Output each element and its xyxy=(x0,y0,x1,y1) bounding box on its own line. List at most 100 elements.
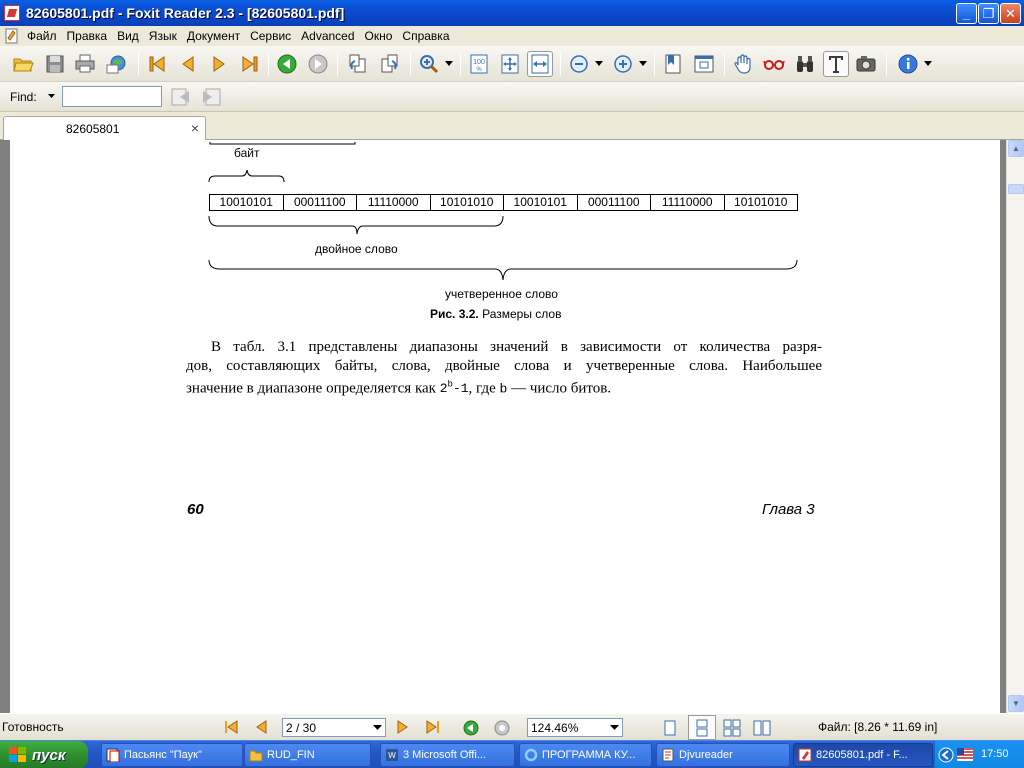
taskbar-item-rud-fin[interactable]: RUD_FIN xyxy=(244,743,371,767)
zoom-field[interactable]: 124.46% xyxy=(527,718,623,737)
dword-label: двойное слово xyxy=(315,242,398,256)
go-back-icon[interactable] xyxy=(274,51,300,77)
bookmark-page-icon[interactable] xyxy=(660,51,686,77)
facing-view-icon[interactable] xyxy=(723,719,741,737)
status-back-icon[interactable] xyxy=(462,719,480,737)
menu-document[interactable]: Документ xyxy=(182,27,245,45)
save-disk-icon[interactable] xyxy=(42,51,68,77)
menu-language[interactable]: Язык xyxy=(144,27,182,45)
status-last-page-icon[interactable] xyxy=(424,718,442,736)
print-icon[interactable] xyxy=(72,51,98,77)
status-forward-icon[interactable] xyxy=(493,719,511,737)
find-next-icon[interactable] xyxy=(200,87,222,107)
taskbar-item-microsoft-office[interactable]: W3 Microsoft Offi... xyxy=(380,743,515,767)
scrollbar-thumb[interactable] xyxy=(1008,184,1024,194)
continuous-facing-view-icon[interactable] xyxy=(752,719,772,737)
email-globe-icon[interactable] xyxy=(103,51,129,77)
menu-bar: Файл Правка Вид Язык Документ Сервис Adv… xyxy=(0,26,1024,46)
byte-cell: 00011100 xyxy=(284,195,357,210)
close-button[interactable]: ✕ xyxy=(1000,3,1021,24)
menu-view[interactable]: Вид xyxy=(112,27,144,45)
snapshot-camera-icon[interactable] xyxy=(853,51,879,77)
us-flag-language-icon[interactable] xyxy=(957,748,973,761)
zoom-out-dropdown-icon[interactable] xyxy=(592,51,606,77)
scroll-down-arrow-icon[interactable]: ▼ xyxy=(1008,695,1024,712)
tray-arrow-icon[interactable] xyxy=(938,747,954,763)
info-icon[interactable] xyxy=(895,51,921,77)
foxit-app-icon xyxy=(4,5,20,21)
page-dropdown-icon[interactable] xyxy=(373,725,382,731)
figure-caption: Рис. 3.2. Размеры слов xyxy=(430,307,561,321)
menu-file[interactable]: Файл xyxy=(22,27,62,45)
status-ready: Готовность xyxy=(2,720,64,734)
find-options-dropdown-icon[interactable] xyxy=(48,94,55,99)
tab-82605801[interactable]: 82605801 × xyxy=(3,116,206,140)
zoom-dropdown-arrow-icon[interactable] xyxy=(442,51,456,77)
find-previous-icon[interactable] xyxy=(170,87,192,107)
hand-tool-icon[interactable] xyxy=(730,51,756,77)
toolbar-separator xyxy=(724,52,725,76)
paragraph-line: значение в диапазоне определяется как 2b… xyxy=(186,380,612,397)
menu-window[interactable]: Окно xyxy=(360,27,398,45)
page-number-field[interactable]: 2 / 30 xyxy=(282,718,386,737)
paragraph-line: дов, составляющих байты, слова, двойные … xyxy=(186,358,822,374)
document-viewport[interactable]: байт 10010101 00011100 11110000 10101010… xyxy=(0,140,1006,713)
menu-advanced[interactable]: Advanced xyxy=(296,27,359,45)
minimize-button[interactable]: _ xyxy=(956,3,977,24)
fit-width-icon[interactable] xyxy=(527,51,553,77)
byte-cell: 10101010 xyxy=(431,195,504,210)
zoom-field-dropdown-icon[interactable] xyxy=(610,725,619,731)
menu-help[interactable]: Справка xyxy=(397,27,454,45)
main-toolbar: 100% xyxy=(0,46,1024,82)
windows-taskbar: пуск Пасьянс "Паук" RUD_FIN W3 Microsoft… xyxy=(0,740,1024,768)
djvu-icon xyxy=(662,748,674,762)
first-page-icon[interactable] xyxy=(144,51,170,77)
start-button[interactable]: пуск xyxy=(0,741,88,768)
close-tab-icon[interactable]: × xyxy=(191,120,199,136)
formula: 2b-1 xyxy=(439,380,469,397)
last-page-icon[interactable] xyxy=(237,51,263,77)
toolbar-separator xyxy=(654,52,655,76)
previous-page-icon[interactable] xyxy=(175,51,201,77)
maximize-button[interactable]: ❐ xyxy=(978,3,999,24)
full-screen-icon[interactable] xyxy=(691,51,717,77)
taskbar-item-spider-solitaire[interactable]: Пасьянс "Паук" xyxy=(101,743,243,767)
status-next-page-icon[interactable] xyxy=(394,718,412,736)
status-first-page-icon[interactable] xyxy=(222,718,240,736)
find-label: Find: xyxy=(10,90,37,104)
single-page-view-icon[interactable] xyxy=(662,719,678,737)
document-menu-icon[interactable] xyxy=(4,28,20,44)
rotate-right-icon[interactable] xyxy=(376,51,402,77)
zoom-out-icon[interactable] xyxy=(566,51,592,77)
status-bar: Готовность 2 / 30 124.46% Файл: [8.26 * … xyxy=(0,713,1024,740)
find-input[interactable] xyxy=(62,86,162,107)
continuous-view-icon[interactable] xyxy=(688,715,716,740)
rotate-left-icon[interactable] xyxy=(345,51,371,77)
internet-explorer-icon xyxy=(524,748,538,762)
taskbar-item-djvureader[interactable]: Djvureader xyxy=(656,743,790,767)
menu-edit[interactable]: Правка xyxy=(62,27,113,45)
go-forward-icon[interactable] xyxy=(305,51,331,77)
actual-size-icon[interactable]: 100% xyxy=(466,51,492,77)
vertical-scrollbar[interactable]: ▲ ▼ xyxy=(1006,140,1024,713)
byte-cells-row: 10010101 00011100 11110000 10101010 1001… xyxy=(209,194,798,211)
next-page-icon[interactable] xyxy=(206,51,232,77)
menu-tools[interactable]: Сервис xyxy=(245,27,296,45)
taskbar-item-foxit-reader[interactable]: 82605801.pdf - F... xyxy=(793,743,933,767)
scroll-up-arrow-icon[interactable]: ▲ xyxy=(1008,140,1024,157)
taskbar-item-programma[interactable]: ПРОГРАММА КУ... xyxy=(519,743,652,767)
text-select-icon[interactable] xyxy=(823,51,849,77)
zoom-in-icon[interactable] xyxy=(610,51,636,77)
zoom-in-dropdown-icon[interactable] xyxy=(636,51,650,77)
start-label: пуск xyxy=(32,746,66,764)
status-previous-page-icon[interactable] xyxy=(252,718,270,736)
fit-page-icon[interactable] xyxy=(497,51,523,77)
open-folder-icon[interactable] xyxy=(10,51,36,77)
info-dropdown-icon[interactable] xyxy=(921,51,935,77)
toolbar-separator xyxy=(410,52,411,76)
system-tray: 17:50 xyxy=(934,741,1024,768)
zoom-in-magnifier-icon[interactable] xyxy=(416,51,442,77)
clock: 17:50 xyxy=(981,748,1009,760)
glasses-icon[interactable] xyxy=(761,51,787,77)
binoculars-icon[interactable] xyxy=(792,51,818,77)
